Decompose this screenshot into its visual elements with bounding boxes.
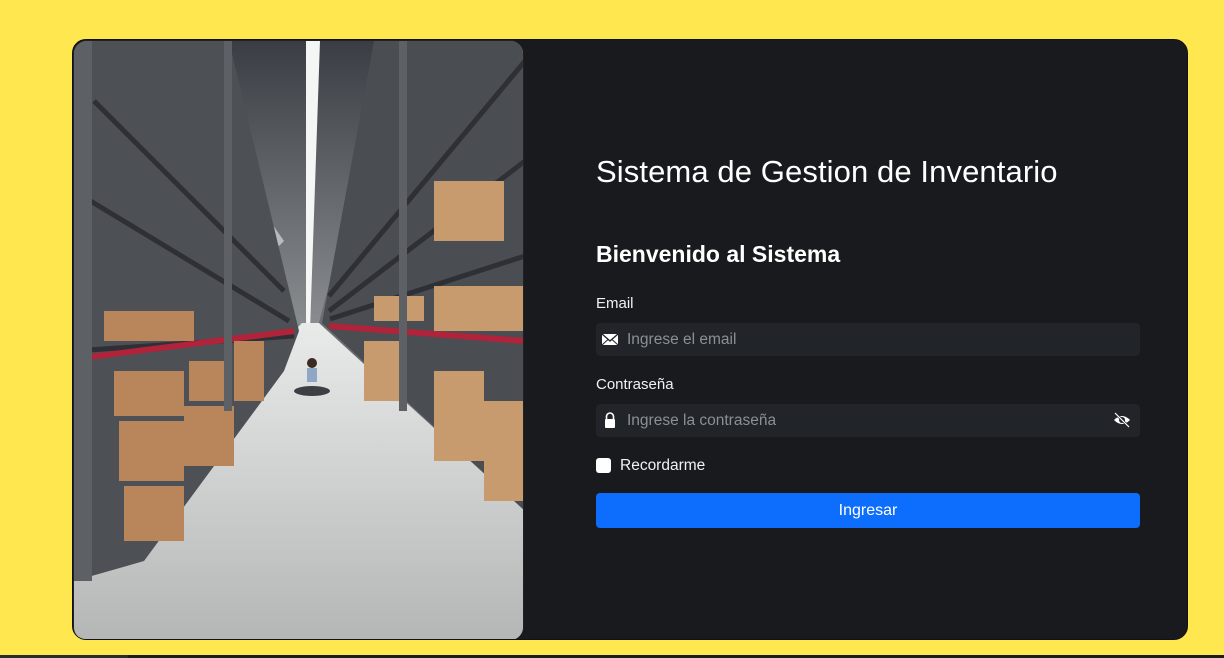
password-placeholder: Ingrese la contraseña (627, 412, 777, 429)
envelope-icon (601, 331, 619, 348)
remember-label[interactable]: Recordarme (620, 457, 705, 475)
email-placeholder: Ingrese el email (627, 331, 737, 348)
email-field[interactable]: Ingrese el email (596, 323, 1140, 356)
password-field[interactable]: Ingrese la contraseña (596, 404, 1140, 437)
login-form: Sistema de Gestion de Inventario Bienven… (596, 40, 1141, 639)
warehouse-photo (73, 40, 524, 639)
password-label: Contraseña (596, 376, 674, 393)
email-label: Email (596, 295, 634, 312)
welcome-heading: Bienvenido al Sistema (596, 241, 841, 267)
lock-icon (601, 412, 619, 429)
remember-checkbox[interactable] (596, 458, 611, 473)
eye-slash-icon[interactable] (1113, 412, 1131, 428)
login-card: Sistema de Gestion de Inventario Bienven… (72, 39, 1188, 640)
page-title: Sistema de Gestion de Inventario (596, 154, 1058, 189)
submit-button[interactable]: Ingresar (596, 493, 1140, 528)
